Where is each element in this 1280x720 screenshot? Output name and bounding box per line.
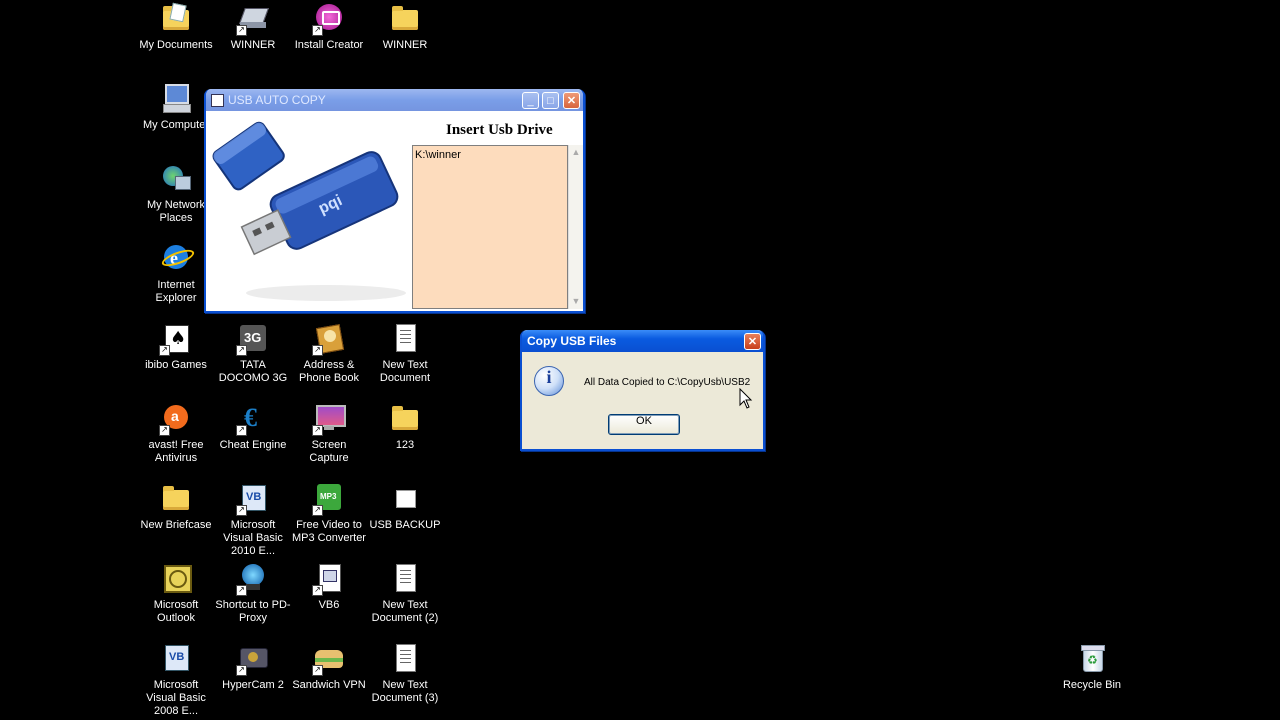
- desktop-icon-mp3-converter[interactable]: MP3 ↗ Free Video to MP3 Converter: [291, 482, 367, 545]
- dialog-message: All Data Copied to C:\CopyUsb\USB2: [584, 377, 751, 388]
- desktop-icon-internet-explorer[interactable]: e Internet Explorer: [138, 242, 214, 305]
- usb-window-body: pqi Insert Usb Drive K:\winner ▲ ▼: [206, 111, 583, 311]
- desktop-icon-new-text-document[interactable]: New Text Document: [367, 322, 443, 385]
- desktop-icon-visual-basic-2010[interactable]: VB ↗ Microsoft Visual Basic 2010 E...: [215, 482, 291, 558]
- desktop-icon-my-documents[interactable]: My Documents: [138, 2, 214, 52]
- text-document-icon: [388, 562, 422, 596]
- winner-shortcut-icon: ↗: [236, 2, 270, 36]
- close-button[interactable]: ✕: [563, 92, 580, 109]
- my-computer-icon: [159, 82, 193, 116]
- desktop-icon-screen-capture[interactable]: ↗ Screen Capture: [291, 402, 367, 465]
- visual-basic-icon: VB: [159, 642, 193, 676]
- desktop-icon-123-folder[interactable]: 123: [367, 402, 443, 452]
- usb-window-titlebar[interactable]: USB AUTO COPY _ □ ✕: [206, 89, 583, 111]
- sandwich-vpn-icon: ↗: [312, 642, 346, 676]
- minimize-button[interactable]: _: [522, 92, 539, 109]
- pd-proxy-icon: ↗: [236, 562, 270, 596]
- desktop-icon-network-places[interactable]: My Network Places: [138, 162, 214, 225]
- desktop-icon-tata-docomo[interactable]: 3G ↗ TATA DOCOMO 3G: [215, 322, 291, 385]
- usb-window-title: USB AUTO COPY: [228, 93, 326, 107]
- vb6-icon: ↗: [312, 562, 346, 596]
- desktop-icon-sandwich-vpn[interactable]: ↗ Sandwich VPN: [291, 642, 367, 692]
- usb-auto-copy-window: USB AUTO COPY _ □ ✕ pqi Insert Usb Drive…: [204, 89, 585, 313]
- info-icon: i: [534, 366, 564, 396]
- desktop-icon-visual-basic-2008[interactable]: VB Microsoft Visual Basic 2008 E...: [138, 642, 214, 718]
- desktop-icon-new-text-document-2[interactable]: New Text Document (2): [367, 562, 443, 625]
- my-documents-icon: [159, 2, 193, 36]
- mp3-converter-icon: MP3 ↗: [312, 482, 346, 516]
- dialog-close-button[interactable]: ✕: [744, 333, 761, 350]
- cheat-engine-icon: € ↗: [236, 402, 270, 436]
- desktop-icon-address-book[interactable]: ↗ Address & Phone Book: [291, 322, 367, 385]
- desktop-icon-pd-proxy[interactable]: ↗ Shortcut to PD-Proxy: [215, 562, 291, 625]
- usb-drive-image: pqi: [206, 111, 411, 311]
- address-book-icon: ↗: [312, 322, 346, 356]
- scroll-up-arrow-icon[interactable]: ▲: [569, 145, 583, 160]
- desktop-icon-winner-shortcut[interactable]: ↗ WINNER: [215, 2, 291, 52]
- usb-backup-icon: [388, 482, 422, 516]
- mouse-cursor-icon: [739, 387, 753, 413]
- avast-icon: a ↗: [159, 402, 193, 436]
- dialog-titlebar[interactable]: Copy USB Files ✕: [522, 330, 763, 352]
- desktop-icon-new-text-document-3[interactable]: New Text Document (3): [367, 642, 443, 705]
- internet-explorer-icon: e: [159, 242, 197, 276]
- desktop-icon-recycle-bin[interactable]: ♻ Recycle Bin: [1054, 642, 1130, 692]
- ok-button[interactable]: OK: [608, 414, 680, 435]
- desktop-icon-hypercam[interactable]: ↗ HyperCam 2: [215, 642, 291, 692]
- visual-basic-icon: VB ↗: [236, 482, 270, 516]
- desktop-icon-my-computer[interactable]: My Computer: [138, 82, 214, 132]
- recycle-bin-icon: ♻: [1075, 642, 1109, 676]
- folder-icon: [388, 402, 422, 436]
- outlook-icon: [159, 562, 193, 596]
- drive-list[interactable]: K:\winner: [412, 145, 568, 309]
- tata-docomo-icon: 3G ↗: [236, 322, 270, 356]
- insert-usb-heading: Insert Usb Drive: [446, 122, 553, 138]
- text-document-icon: [388, 322, 422, 356]
- hypercam-icon: ↗: [236, 642, 270, 676]
- drive-list-scrollbar[interactable]: ▲ ▼: [568, 145, 583, 309]
- dialog-title: Copy USB Files: [527, 334, 617, 348]
- desktop-icon-cheat-engine[interactable]: € ↗ Cheat Engine: [215, 402, 291, 452]
- desktop-icon-vb6[interactable]: ↗ VB6: [291, 562, 367, 612]
- desktop-icon-winner-folder[interactable]: WINNER: [367, 2, 443, 52]
- folder-icon: [388, 2, 422, 36]
- ibibo-games-icon: ♠ ↗: [159, 322, 193, 356]
- desktop-icon-outlook[interactable]: Microsoft Outlook: [138, 562, 214, 625]
- drive-list-item[interactable]: K:\winner: [413, 146, 567, 164]
- copy-usb-files-dialog: Copy USB Files ✕ i All Data Copied to C:…: [520, 330, 765, 451]
- desktop-icon-ibibo-games[interactable]: ♠ ↗ ibibo Games: [138, 322, 214, 372]
- text-document-icon: [388, 642, 422, 676]
- maximize-button[interactable]: □: [542, 92, 559, 109]
- screen-capture-icon: ↗: [312, 402, 346, 436]
- scroll-down-arrow-icon[interactable]: ▼: [569, 294, 583, 309]
- install-creator-icon: ↗: [312, 2, 346, 36]
- app-icon: [211, 94, 224, 107]
- network-places-icon: [159, 162, 193, 196]
- desktop-icon-new-briefcase[interactable]: New Briefcase: [138, 482, 214, 532]
- desktop-icon-avast[interactable]: a ↗ avast! Free Antivirus: [138, 402, 214, 465]
- desktop-icon-install-creator[interactable]: ↗ Install Creator: [291, 2, 367, 52]
- desktop-icon-usb-backup[interactable]: USB BACKUP: [367, 482, 443, 532]
- briefcase-icon: [159, 482, 193, 516]
- dialog-body: i All Data Copied to C:\CopyUsb\USB2 OK: [522, 352, 763, 449]
